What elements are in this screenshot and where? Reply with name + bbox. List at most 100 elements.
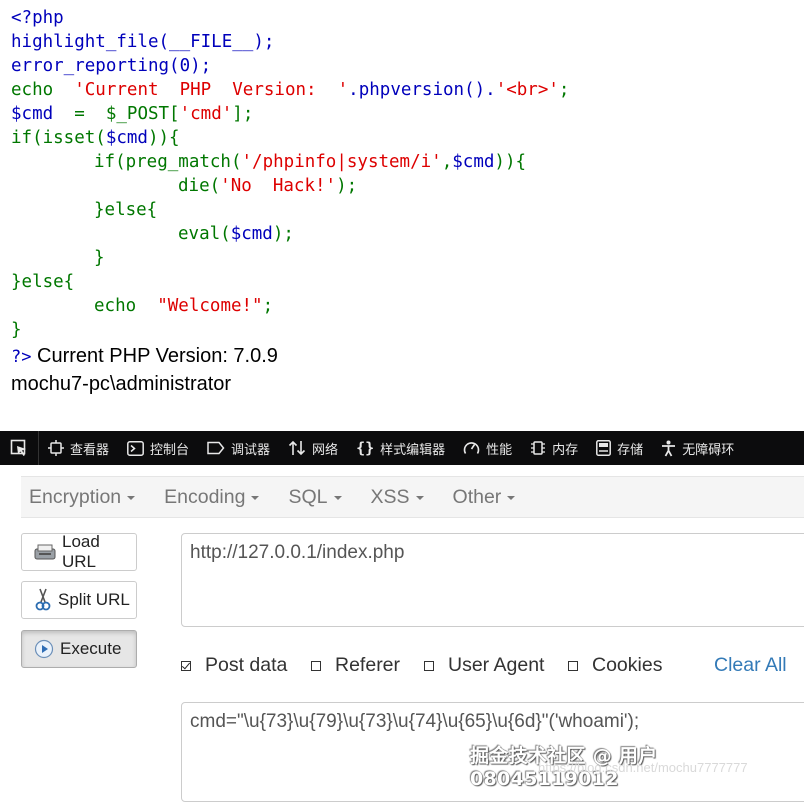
- console-icon: [127, 440, 144, 456]
- debugger-icon: [207, 441, 225, 455]
- devtools-tab-inspector[interactable]: 查看器: [39, 431, 118, 465]
- code-line: <?php: [11, 6, 801, 30]
- menu-xss[interactable]: XSS: [363, 486, 433, 509]
- devtools-tab-network[interactable]: 网络: [279, 431, 347, 465]
- request-options: Post data Referer User Agent Cookies Cle…: [181, 654, 804, 680]
- code-line: die('No Hack!');: [11, 174, 801, 198]
- option-label: Cookies: [592, 654, 663, 676]
- url-textarea[interactable]: http://127.0.0.1/index.php: [181, 533, 804, 627]
- menu-encryption[interactable]: Encryption: [21, 486, 144, 509]
- devtools-tab-style-editor[interactable]: {} 样式编辑器: [347, 431, 454, 465]
- devtools-tab-debugger[interactable]: 调试器: [198, 431, 279, 465]
- option-label: Post data: [205, 654, 288, 676]
- watermark-url: https://blog.csdn.net/mochu7777777: [538, 760, 748, 775]
- code-variable: $cmd: [11, 104, 54, 124]
- performance-icon: [463, 442, 480, 454]
- load-url-button[interactable]: Load URL: [21, 532, 137, 571]
- inspector-icon: [48, 440, 64, 456]
- caret-down-icon: [251, 496, 260, 500]
- devtools-tab-label: 控制台: [150, 441, 190, 457]
- code-token: ];: [232, 104, 254, 124]
- code-keyword: }else{: [94, 200, 158, 220]
- caret-down-icon: [127, 496, 136, 500]
- php-output-version: ?> Current PHP Version: 7.0.9: [11, 342, 801, 370]
- user-agent-option[interactable]: User Agent: [424, 654, 544, 677]
- referer-checkbox[interactable]: [311, 660, 321, 671]
- style-editor-icon: {}: [356, 439, 375, 457]
- code-line: echo "Welcome!";: [11, 294, 801, 318]
- php-output-whoami: mochu7-pc\administrator: [11, 373, 232, 395]
- code-line: }else{: [11, 198, 801, 222]
- caret-down-icon: [333, 496, 342, 500]
- cookies-checkbox[interactable]: [568, 660, 578, 671]
- load-url-icon: [34, 544, 56, 560]
- code-token: ;: [558, 80, 570, 100]
- code-token: error_reporting(0);: [11, 56, 212, 76]
- code-line: if(preg_match('/phpinfo|system/i',$cmd))…: [11, 150, 801, 174]
- code-keyword: if(preg_match(: [94, 152, 242, 172]
- code-line: eval($cmd);: [11, 222, 801, 246]
- post-data-checkbox[interactable]: [181, 660, 191, 671]
- devtools-tab-label: 网络: [312, 441, 339, 457]
- button-label: Execute: [60, 639, 122, 658]
- referer-option[interactable]: Referer: [311, 654, 400, 677]
- devtools-tab-label: 存储: [617, 441, 644, 457]
- code-string: 'No Hack!': [220, 176, 337, 196]
- hackbar-menubar: Encryption Encoding SQL XSS Other: [21, 476, 804, 518]
- code-token: )){: [147, 128, 180, 148]
- element-picker-icon: [10, 439, 26, 456]
- code-variable: $cmd: [105, 128, 148, 148]
- code-token: );: [272, 224, 294, 244]
- devtools-tab-label: 性能: [486, 441, 513, 457]
- menu-encoding[interactable]: Encoding: [156, 486, 268, 509]
- code-line: }: [11, 246, 801, 270]
- menu-other[interactable]: Other: [445, 486, 525, 509]
- code-line: }else{: [11, 270, 801, 294]
- code-keyword: echo: [94, 296, 137, 316]
- element-picker-button[interactable]: [0, 431, 39, 465]
- code-keyword: echo: [11, 80, 54, 100]
- code-keyword: eval(: [178, 224, 231, 244]
- devtools-toolbar: 查看器 控制台 调试器 网络 {} 样式编辑器 性能 内存 存储 无障碍环: [0, 431, 804, 465]
- user-agent-checkbox[interactable]: [424, 660, 434, 671]
- devtools-tab-performance[interactable]: 性能: [454, 431, 521, 465]
- devtools-tab-storage[interactable]: 存储: [587, 431, 652, 465]
- accessibility-icon: [662, 440, 676, 456]
- cookies-option[interactable]: Cookies: [568, 654, 662, 677]
- memory-icon: [531, 441, 546, 455]
- menu-label: Other: [452, 485, 502, 508]
- code-token: ,: [441, 152, 453, 172]
- play-icon: [34, 639, 54, 659]
- option-label: User Agent: [448, 654, 545, 676]
- network-icon: [288, 440, 306, 456]
- clear-all-link[interactable]: Clear All: [714, 654, 787, 677]
- devtools-tab-console[interactable]: 控制台: [118, 431, 198, 465]
- code-keyword: }else{: [11, 272, 75, 292]
- execute-button[interactable]: Execute: [21, 630, 137, 668]
- code-line: highlight_file(__FILE__);: [11, 30, 801, 54]
- code-token: )){: [494, 152, 527, 172]
- code-token: .phpversion().: [348, 80, 496, 100]
- storage-icon: [596, 440, 612, 456]
- code-variable: $cmd: [230, 224, 273, 244]
- devtools-tab-label: 调试器: [231, 441, 271, 457]
- code-line: }: [11, 318, 801, 342]
- version-output: Current PHP Version: 7.0.9: [31, 345, 278, 367]
- menu-label: XSS: [370, 485, 410, 508]
- code-line: if(isset($cmd)){: [11, 126, 801, 150]
- split-url-button[interactable]: Split URL: [21, 581, 137, 619]
- menu-sql[interactable]: SQL: [280, 486, 350, 509]
- code-line: $cmd = $_POST['cmd'];: [11, 102, 801, 126]
- post-data-option[interactable]: Post data: [181, 654, 287, 677]
- devtools-tab-accessibility[interactable]: 无障碍环: [652, 431, 743, 465]
- code-keyword: die(: [178, 176, 221, 196]
- devtools-tab-memory[interactable]: 内存: [521, 431, 587, 465]
- devtools-tab-label: 样式编辑器: [380, 441, 446, 457]
- code-token: }: [94, 248, 105, 268]
- code-line: error_reporting(0);: [11, 54, 801, 78]
- code-token: }: [11, 320, 22, 340]
- devtools-tab-label: 查看器: [70, 441, 110, 457]
- menu-label: Encryption: [29, 485, 122, 508]
- code-string: "Welcome!": [157, 296, 263, 316]
- devtools-tab-label: 无障碍环: [682, 441, 735, 457]
